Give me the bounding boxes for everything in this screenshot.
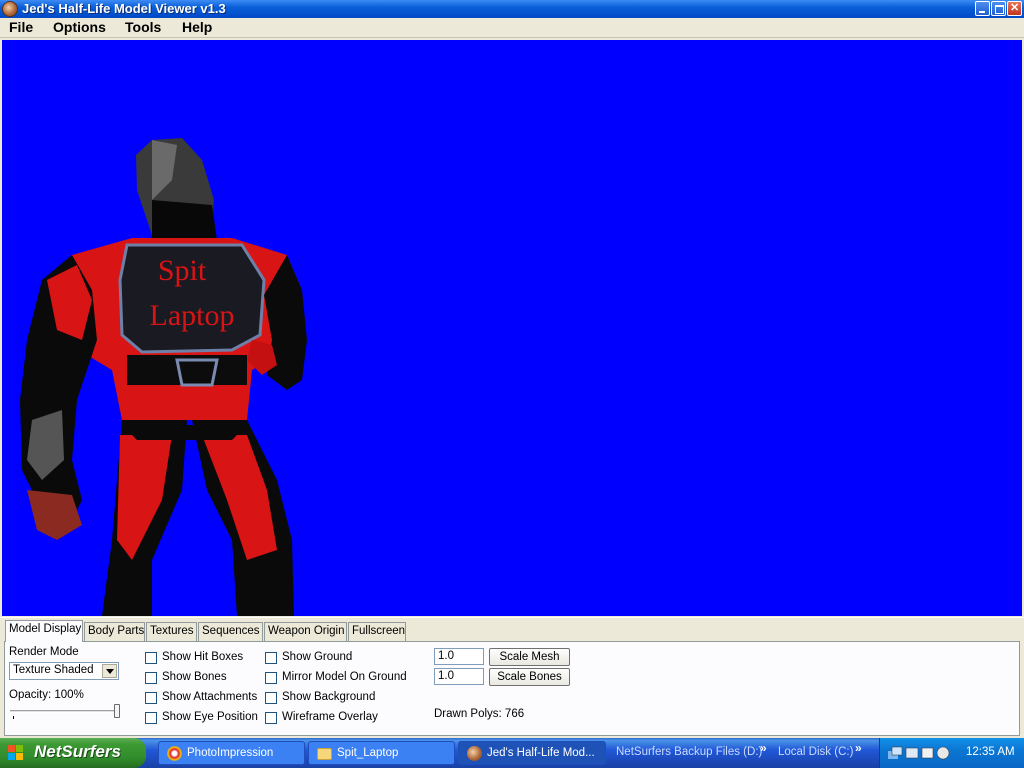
opacity-slider[interactable] xyxy=(10,704,120,719)
taskbar-item-label: Spit_Laptop xyxy=(337,747,399,759)
model-viewport[interactable]: Spit Laptop xyxy=(2,40,1022,616)
checkbox-box[interactable] xyxy=(265,652,277,664)
taskbar-item-label: Jed's Half-Life Mod... xyxy=(487,747,595,759)
hl-viewer-app-icon xyxy=(467,746,482,761)
checkbox-label: Show Attachments xyxy=(162,691,258,703)
tab-sequences[interactable]: Sequences xyxy=(198,622,263,641)
quicklink-local-disk[interactable]: Local Disk (C:) xyxy=(778,746,853,758)
close-icon[interactable] xyxy=(1007,1,1022,16)
slider-thumb[interactable] xyxy=(114,704,120,718)
model-text-laptop: Laptop xyxy=(150,299,235,332)
scale-mesh-input[interactable]: 1.0 xyxy=(434,648,484,665)
chevron-right-icon[interactable]: » xyxy=(760,741,767,755)
tab-body-parts[interactable]: Body Parts xyxy=(84,622,145,641)
menu-bar: File Options Tools Help xyxy=(0,18,1024,38)
window-title: Jed's Half-Life Model Viewer v1.3 xyxy=(22,1,226,16)
taskbar: NetSurfers PhotoImpression Spit_Laptop J… xyxy=(0,738,1024,768)
slider-track xyxy=(10,710,118,713)
render-mode-label: Render Mode xyxy=(9,646,79,658)
scale-mesh-button[interactable]: Scale Mesh xyxy=(489,648,570,666)
menu-file[interactable]: File xyxy=(9,19,33,35)
quicklink-netsurfers-backup[interactable]: NetSurfers Backup Files (D:) xyxy=(616,746,762,758)
checkbox-box[interactable] xyxy=(145,672,157,684)
checkbox-label: Show Background xyxy=(282,691,376,703)
menu-help[interactable]: Help xyxy=(182,19,212,35)
taskbar-item-spit-laptop[interactable]: Spit_Laptop xyxy=(308,741,455,765)
photoimpression-icon xyxy=(167,746,182,761)
hl-viewer-app-icon[interactable] xyxy=(2,1,18,17)
checkbox-label: Show Eye Position xyxy=(162,711,258,723)
scale-bones-button[interactable]: Scale Bones xyxy=(489,668,570,686)
checkbox-label: Mirror Model On Ground xyxy=(282,671,407,683)
tab-textures[interactable]: Textures xyxy=(146,622,197,641)
minimize-icon[interactable] xyxy=(975,1,990,16)
tab-weapon-origin[interactable]: Weapon Origin xyxy=(264,622,347,641)
title-bar: Jed's Half-Life Model Viewer v1.3 xyxy=(0,0,1024,18)
start-button[interactable]: NetSurfers xyxy=(0,738,146,768)
drawn-polys-readout: Drawn Polys: 766 xyxy=(434,708,525,720)
taskbar-item-photoimpression[interactable]: PhotoImpression xyxy=(158,741,305,765)
checkbox-box[interactable] xyxy=(145,652,157,664)
model-text-spit: Spit xyxy=(158,254,207,287)
slider-tick xyxy=(13,716,14,719)
checkbox-box[interactable] xyxy=(265,712,277,724)
clock-icon xyxy=(936,746,950,760)
scale-bones-input[interactable]: 1.0 xyxy=(434,668,484,685)
chevron-right-icon[interactable]: » xyxy=(855,741,862,755)
system-tray: 12:35 AM xyxy=(879,738,1024,768)
checkbox-label: Wireframe Overlay xyxy=(282,711,378,723)
folder-icon xyxy=(317,748,332,760)
tab-model-display[interactable]: Model Display xyxy=(5,620,83,642)
taskbar-item-hl-viewer[interactable]: Jed's Half-Life Mod... xyxy=(458,741,606,765)
tab-fullscreen[interactable]: Fullscreen xyxy=(348,622,406,641)
checkbox-label: Show Bones xyxy=(162,671,227,683)
render-mode-select[interactable]: Texture Shaded xyxy=(9,662,119,680)
checkbox-box[interactable] xyxy=(265,672,277,684)
checkbox-box[interactable] xyxy=(265,692,277,704)
checkbox-box[interactable] xyxy=(145,692,157,704)
chevron-down-icon[interactable] xyxy=(102,664,117,678)
render-mode-value: Texture Shaded xyxy=(13,664,94,676)
windows-flag-icon xyxy=(8,745,24,761)
tray-icons[interactable] xyxy=(888,745,950,761)
character-model: Spit Laptop xyxy=(20,138,307,616)
taskbar-item-label: PhotoImpression xyxy=(187,747,274,759)
menu-tools[interactable]: Tools xyxy=(125,19,161,35)
start-label: NetSurfers xyxy=(34,742,121,761)
menu-options[interactable]: Options xyxy=(53,19,106,35)
control-panel: Model Display Body Parts Textures Sequen… xyxy=(0,617,1024,737)
checkbox-label: Show Hit Boxes xyxy=(162,651,244,663)
opacity-label: Opacity: 100% xyxy=(9,689,84,701)
checkbox-box[interactable] xyxy=(145,712,157,724)
checkbox-label: Show Ground xyxy=(282,651,353,663)
monitor-icon xyxy=(921,747,934,759)
maximize-icon[interactable] xyxy=(991,1,1006,16)
network-icon xyxy=(905,747,919,759)
clock: 12:35 AM xyxy=(966,746,1015,758)
